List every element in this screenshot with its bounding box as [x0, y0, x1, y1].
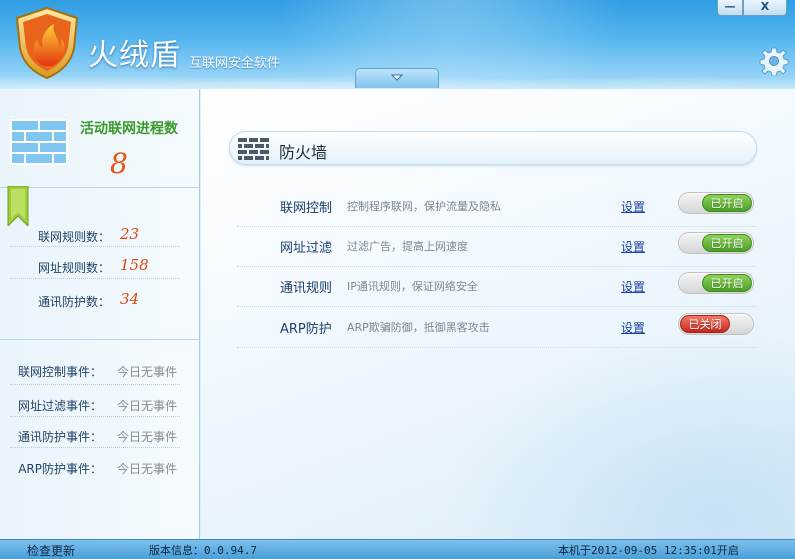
toggle-switch[interactable]: 已开启 [678, 272, 754, 294]
sidebar-divider [0, 187, 199, 188]
event-value: 今日无事件 [117, 365, 178, 379]
section-title: 防火墙 [279, 143, 328, 162]
feature-row-url-filter: 网址过滤 过滤广告，提高上网速度 设置 已开启 [237, 227, 757, 267]
stat-comm-protect: 通讯防护数： 34 [38, 290, 188, 315]
toggle-state-label: 已开启 [702, 234, 752, 252]
stat-value: 158 [120, 256, 149, 274]
divider [10, 384, 180, 385]
divider [10, 278, 180, 279]
toggle-switch[interactable]: 已开启 [678, 232, 754, 254]
event-value: 今日无事件 [117, 430, 178, 444]
status-bar: 检查更新 版本信息：0.0.94.7 本机于2012-09-05 12:35:0… [0, 539, 795, 559]
event-value: 今日无事件 [117, 399, 178, 413]
title-bar: 火绒盾 互联网安全软件 — X [0, 0, 795, 89]
feature-description: IP通讯规则，保证网络安全 [347, 280, 478, 293]
expand-menu-tab[interactable] [355, 68, 439, 88]
feature-name: 联网控制 [280, 201, 333, 216]
divider [10, 447, 180, 448]
boot-time-info: 本机于2012-09-05 12:35:01开启 [558, 544, 739, 557]
feature-name: 网址过滤 [280, 241, 333, 256]
event-label: 通讯防护事件： [17, 430, 102, 444]
app-brand-name: 火绒盾 [88, 38, 181, 73]
bookmark-icon [7, 186, 29, 226]
event-arp-protect: ARP防护事件： 今日无事件 [0, 460, 190, 478]
version-info: 版本信息：0.0.94.7 [149, 544, 257, 557]
settings-link[interactable]: 设置 [621, 278, 645, 295]
feature-name: ARP防护 [280, 322, 332, 337]
divider [10, 246, 180, 247]
feature-row-comm-rules: 通讯规则 IP通讯规则，保证网络安全 设置 已开启 [237, 267, 757, 307]
close-button[interactable]: X [743, 0, 787, 16]
divider [10, 416, 180, 417]
minimize-button[interactable]: — [717, 0, 743, 16]
event-label: 网址过滤事件： [17, 399, 102, 413]
shield-flame-icon [15, 6, 79, 80]
app-subtitle: 互联网安全软件 [189, 56, 281, 71]
toggle-state-label: 已开启 [702, 194, 752, 212]
feature-name: 通讯规则 [280, 281, 333, 296]
feature-description: 过滤广告，提高上网速度 [347, 240, 468, 253]
feature-description: ARP欺骗防御，抵御黑客攻击 [347, 321, 490, 334]
event-label: 联网控制事件： [17, 365, 102, 379]
event-comm-protect: 通讯防护事件： 今日无事件 [0, 428, 190, 446]
stat-label: 通讯防护数： [38, 295, 111, 309]
stat-value: 34 [120, 290, 140, 308]
settings-link[interactable]: 设置 [621, 238, 645, 255]
event-label: ARP防护事件： [18, 462, 102, 476]
check-update-link[interactable]: 检查更新 [27, 542, 75, 559]
firewall-icon [238, 138, 269, 160]
section-header-firewall: 防火墙 [229, 131, 757, 165]
toggle-state-label: 已关闭 [680, 315, 730, 333]
feature-description: 控制程序联网，保护流量及隐私 [347, 200, 501, 213]
chevron-down-icon [391, 74, 403, 81]
active-process-count: 8 [110, 147, 128, 180]
sidebar-divider [0, 339, 199, 340]
event-net-control: 联网控制事件： 今日无事件 [0, 363, 190, 381]
toggle-switch[interactable]: 已关闭 [678, 313, 754, 335]
gear-icon[interactable] [759, 46, 789, 76]
event-url-filter: 网址过滤事件： 今日无事件 [0, 397, 190, 415]
event-value: 今日无事件 [117, 462, 178, 476]
stat-label: 网址规则数： [38, 261, 111, 275]
main-panel: 防火墙 联网控制 控制程序联网，保护流量及隐私 设置 已开启 网址过滤 过滤广告… [201, 89, 795, 539]
feature-row-net-control: 联网控制 控制程序联网，保护流量及隐私 设置 已开启 [237, 187, 757, 227]
toggle-switch[interactable]: 已开启 [678, 192, 754, 214]
stat-value: 23 [120, 225, 140, 243]
sidebar: 活动联网进程数 8 联网规则数： 23 网址规则数： 158 通讯防护数： 34… [0, 89, 200, 539]
settings-link[interactable]: 设置 [621, 319, 645, 336]
feature-row-arp-protect: ARP防护 ARP欺骗防御，抵御黑客攻击 设置 已关闭 [237, 308, 757, 348]
toggle-state-label: 已开启 [702, 274, 752, 292]
active-process-title: 活动联网进程数 [80, 121, 178, 137]
settings-link[interactable]: 设置 [621, 198, 645, 215]
stat-label: 联网规则数： [38, 230, 111, 244]
brick-wall-icon [10, 119, 68, 165]
window-controls: — X [717, 0, 787, 16]
